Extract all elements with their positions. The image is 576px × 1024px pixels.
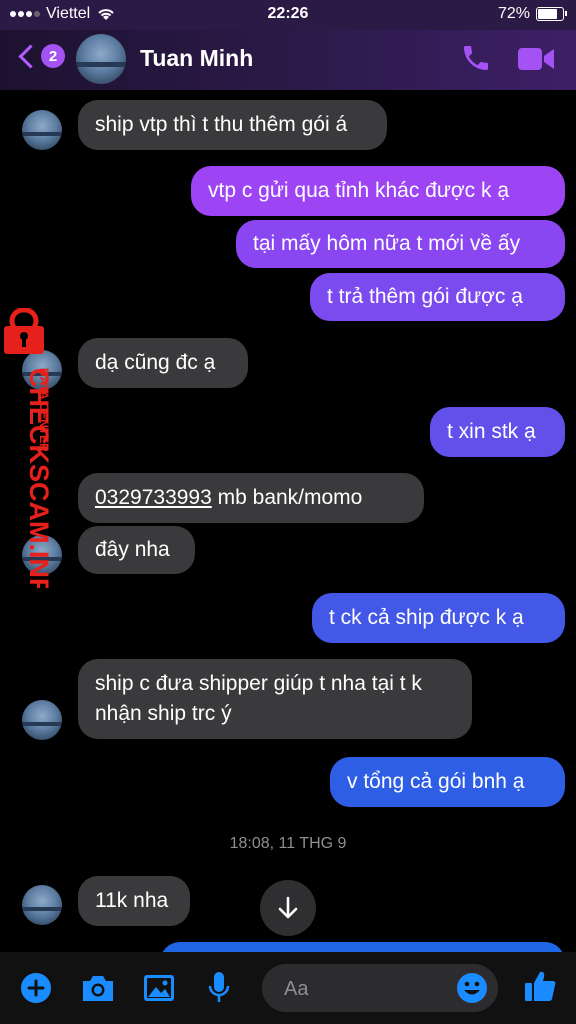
unread-badge: 2 [41, 44, 65, 68]
message-outgoing[interactable]: vtp c gửi qua tỉnh khác được k ạ [191, 166, 565, 216]
emoji-icon[interactable] [456, 972, 488, 1004]
message-incoming[interactable]: ship c đưa shipper giúp t nha tại t k nh… [78, 659, 472, 739]
message-incoming[interactable]: 11k nha [78, 876, 190, 926]
plus-icon[interactable] [20, 972, 52, 1004]
watermark-line1: DATA CENTER [37, 368, 51, 452]
message-outgoing[interactable]: tại mấy hôm nữa t mới về ấy [236, 220, 565, 268]
message-outgoing[interactable]: t ck cả ship được k ạ [312, 593, 565, 643]
message-incoming[interactable]: đây nha [78, 526, 195, 574]
message-incoming[interactable]: 0329733993 mb bank/momo [78, 473, 424, 523]
message-text: mb bank/momo [211, 486, 363, 509]
message-outgoing[interactable]: v tổng cả gói bnh ạ [330, 757, 565, 807]
chat-header: 2 Tuan Minh [0, 30, 576, 90]
chevron-left-icon [18, 43, 43, 69]
composer-bar [0, 952, 576, 1024]
message-input[interactable] [282, 964, 456, 1014]
phone-icon[interactable] [460, 42, 492, 74]
phone-number-link[interactable]: 0329733993 [95, 486, 212, 510]
battery-icon [536, 7, 567, 21]
back-button[interactable]: 2 [16, 43, 65, 69]
battery-status: 72% [497, 5, 567, 23]
contact-avatar[interactable] [76, 34, 126, 84]
watermark-logo: CHECKSCAM.INFO DATA CENTER [4, 308, 54, 588]
microphone-icon[interactable] [205, 970, 233, 1006]
contact-name[interactable]: Tuan Minh [140, 45, 253, 72]
sender-avatar[interactable] [22, 700, 62, 740]
battery-percent: 72% [497, 5, 530, 22]
thumbs-up-icon[interactable] [522, 968, 558, 1004]
gallery-icon[interactable] [142, 972, 176, 1004]
status-bar: Viettel 22:26 72% [0, 0, 576, 30]
message-timestamp: 18:08, 11 THG 9 [229, 835, 347, 852]
arrow-down-icon [278, 896, 298, 919]
sender-avatar[interactable] [22, 110, 62, 150]
video-call-icon[interactable] [516, 44, 556, 74]
message-incoming[interactable]: dạ cũng đc ạ [78, 338, 248, 388]
sender-avatar[interactable] [22, 885, 62, 925]
clock: 22:26 [267, 5, 309, 22]
camera-icon[interactable] [80, 972, 116, 1004]
scroll-to-bottom-button[interactable] [260, 880, 316, 936]
message-incoming[interactable]: ship vtp thì t thu thêm gói á [78, 100, 387, 150]
message-outgoing[interactable]: t trả thêm gói được ạ [310, 273, 565, 321]
message-outgoing[interactable]: t xin stk ạ [430, 407, 565, 457]
message-input-field[interactable] [262, 964, 498, 1014]
